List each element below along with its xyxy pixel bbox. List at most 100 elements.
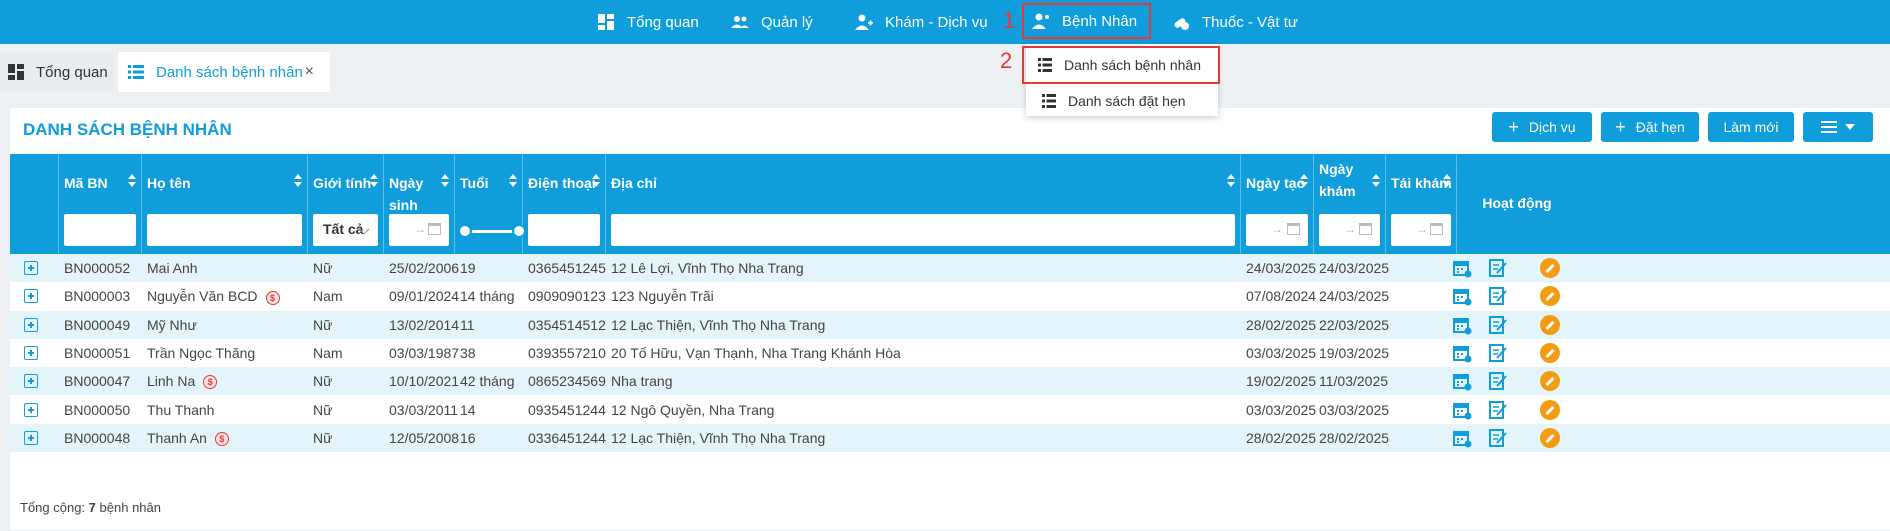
table-row[interactable]: BN000051 Trần Ngọc Thăng Nam 03/03/1987 38 03… <box>10 338 1890 367</box>
header-visit-label: Ngày khám <box>1319 158 1356 202</box>
nav-exam-service[interactable]: Khám - Dịch vụ <box>855 0 988 44</box>
close-icon[interactable]: × <box>305 63 314 81</box>
tab-patient-list[interactable]: Danh sách bệnh nhân × <box>118 52 330 92</box>
sort-icon[interactable] <box>592 174 600 188</box>
exam-note-icon[interactable] <box>1488 371 1508 391</box>
header-address[interactable]: Địa chỉ <box>606 154 1241 254</box>
schedule-calendar-icon[interactable] <box>1452 343 1472 363</box>
table-row[interactable]: BN000049 Mỹ Như Nữ 13/02/2014 11 0354514512 12… <box>10 310 1890 339</box>
header-name[interactable]: Họ tên <box>142 154 308 254</box>
schedule-calendar-icon[interactable] <box>1452 286 1472 306</box>
sort-icon[interactable] <box>1443 174 1451 188</box>
sort-icon[interactable] <box>370 174 378 188</box>
cell-name: Nguyễn Văn BCD $ <box>142 282 280 310</box>
sort-icon[interactable] <box>441 174 449 188</box>
refresh-button[interactable]: Làm mới <box>1708 112 1794 142</box>
header-gender[interactable]: Giới tính Tất cả <box>308 154 384 254</box>
cell-dob-text: 03/03/2011 <box>389 401 459 418</box>
name-filter-input[interactable] <box>147 214 302 246</box>
created-filter-date[interactable]: → <box>1246 214 1308 246</box>
edit-pencil-icon[interactable] <box>1540 314 1560 335</box>
column-options-button[interactable] <box>1803 112 1873 142</box>
exam-note-icon[interactable] <box>1488 343 1508 363</box>
add-appointment-button[interactable]: + Đặt hẹn <box>1601 112 1699 142</box>
table-row[interactable]: BN000050 Thu Thanh Nữ 03/03/2011 14 093545124… <box>10 395 1890 424</box>
menu-item-patient-list-label: Danh sách bệnh nhân <box>1064 57 1201 73</box>
schedule-calendar-icon[interactable] <box>1452 258 1472 278</box>
header-visit[interactable]: Ngày khám → <box>1314 154 1386 254</box>
expand-row-icon[interactable] <box>24 289 38 304</box>
expand-row-icon[interactable] <box>24 345 38 360</box>
arrow-icon: → <box>414 222 426 236</box>
expand-row-icon[interactable] <box>24 317 38 332</box>
nav-patient[interactable]: Bệnh Nhân <box>1022 3 1152 39</box>
sort-icon[interactable] <box>1300 174 1308 188</box>
address-filter-input[interactable] <box>611 214 1235 246</box>
exam-note-icon[interactable] <box>1488 258 1508 278</box>
sort-icon[interactable] <box>509 174 517 188</box>
table-row[interactable]: BN000048 Thanh An $ Nữ 12/05/2008 16 033645124… <box>10 423 1890 452</box>
revisit-filter-date[interactable]: → <box>1391 214 1451 246</box>
header-created[interactable]: Ngày tạo → <box>1241 154 1314 254</box>
menu-item-patient-list[interactable]: Danh sách bệnh nhân <box>1022 46 1220 84</box>
add-service-button[interactable]: + Dịch vụ <box>1492 112 1592 142</box>
sort-icon[interactable] <box>1227 174 1235 188</box>
header-code[interactable]: Mã BN <box>59 154 142 254</box>
exam-note-icon[interactable] <box>1488 400 1508 420</box>
exam-note-icon[interactable] <box>1488 286 1508 306</box>
edit-pencil-icon[interactable] <box>1540 371 1560 392</box>
annotation-step-2: 2 <box>1000 48 1013 73</box>
exam-note-icon[interactable] <box>1488 315 1508 335</box>
phone-filter-input[interactable] <box>528 214 600 246</box>
expand-row-icon[interactable] <box>24 430 38 445</box>
schedule-calendar-icon[interactable] <box>1452 371 1472 391</box>
cell-dob-text: 25/02/2006 <box>389 260 460 276</box>
visit-filter-date[interactable]: → <box>1319 214 1380 246</box>
arrow-icon: → <box>1344 222 1356 236</box>
cell-gender: Nữ <box>308 396 332 424</box>
schedule-calendar-icon[interactable] <box>1452 428 1472 448</box>
expand-row-icon[interactable] <box>24 402 38 417</box>
header-revisit[interactable]: Tái khám → <box>1386 154 1457 254</box>
schedule-calendar-icon[interactable] <box>1452 315 1472 335</box>
nav-overview-label: Tổng quan <box>627 13 699 31</box>
edit-pencil-icon[interactable] <box>1540 286 1560 307</box>
header-code-label: Mã BN <box>64 175 108 191</box>
nav-medicine-supplies[interactable]: Thuốc - Vật tư <box>1172 0 1298 44</box>
sort-icon[interactable] <box>128 174 136 188</box>
cell-age-text: 42 tháng <box>460 373 515 390</box>
header-phone-label: Điện thoại <box>528 175 596 191</box>
edit-pencil-icon[interactable] <box>1540 258 1560 278</box>
dob-filter-date[interactable]: → <box>389 214 449 246</box>
nav-exam-service-label: Khám - Dịch vụ <box>885 13 988 31</box>
cell-dob: 25/02/2006 <box>384 254 459 282</box>
sort-icon[interactable] <box>1372 174 1380 188</box>
list-icon <box>1821 121 1837 133</box>
code-filter-input[interactable] <box>64 214 136 246</box>
sort-icon[interactable] <box>294 174 302 188</box>
nav-management[interactable]: Quản lý <box>731 0 813 44</box>
nav-management-label: Quản lý <box>761 13 813 31</box>
gender-filter-select[interactable]: Tất cả <box>313 214 378 246</box>
footer-prefix: Tổng cộng: <box>20 500 86 515</box>
exam-note-icon[interactable] <box>1488 428 1508 448</box>
header-age[interactable]: Tuổi <box>455 154 526 254</box>
expand-row-icon[interactable] <box>24 374 38 389</box>
header-dob[interactable]: Ngày sinh → <box>384 154 455 254</box>
header-phone[interactable]: Điện thoại <box>523 154 606 254</box>
schedule-calendar-icon[interactable] <box>1452 400 1472 420</box>
nav-overview[interactable]: Tổng quan <box>597 0 699 44</box>
tab-overview[interactable]: Tổng quan <box>0 52 114 92</box>
cell-name-text: Mỹ Như <box>147 316 197 333</box>
table-row[interactable]: BN000052 Mai Anh Nữ 25/02/2006 19 0365451245 1… <box>10 254 1890 282</box>
edit-pencil-icon[interactable] <box>1540 342 1560 363</box>
edit-pencil-icon[interactable] <box>1540 427 1560 448</box>
age-range-slider[interactable] <box>458 224 526 238</box>
table-row[interactable]: BN000003 Nguyễn Văn BCD $ Nam 09/01/2024 14 t… <box>10 282 1890 311</box>
cell-address: 12 Lê Lợi, Vĩnh Thọ Nha Trang <box>606 254 804 282</box>
cell-visit: 24/03/2025 <box>1314 254 1389 282</box>
menu-item-appointment-list[interactable]: Danh sách đặt hẹn <box>1026 84 1218 118</box>
expand-row-icon[interactable] <box>24 261 38 275</box>
table-row[interactable]: BN000047 Linh Na $ Nữ 10/10/2021 42 tháng 0865… <box>10 367 1890 396</box>
edit-pencil-icon[interactable] <box>1540 399 1560 420</box>
